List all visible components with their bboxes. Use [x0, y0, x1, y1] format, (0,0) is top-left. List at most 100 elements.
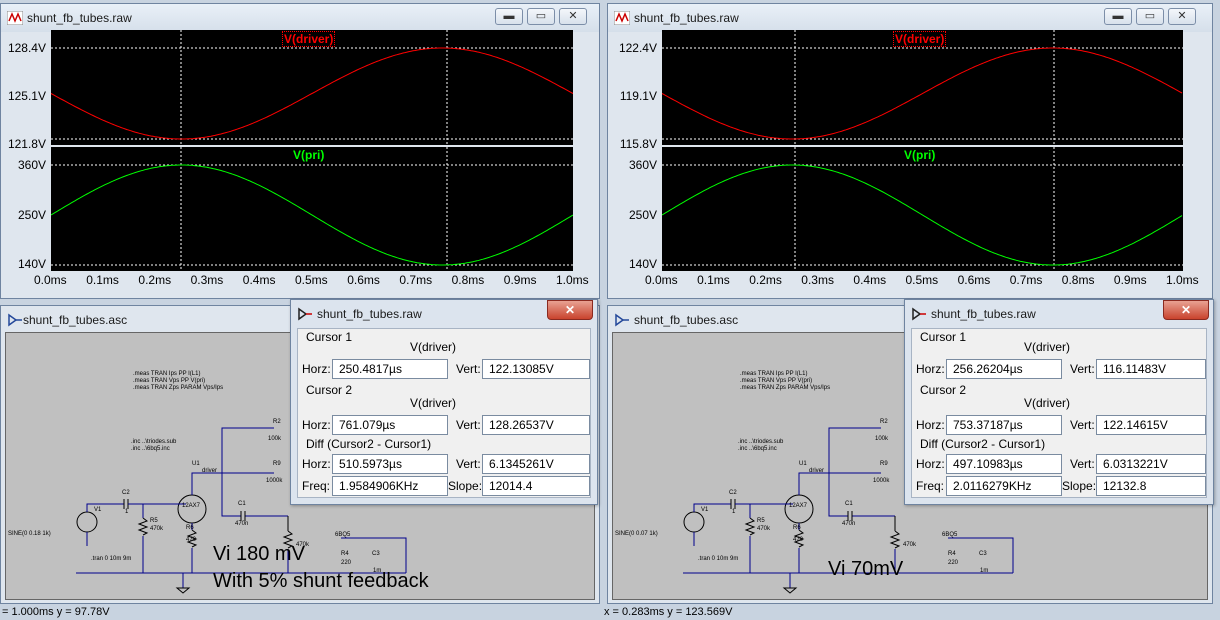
minimize-button[interactable]: ▬	[1104, 8, 1132, 25]
right-plot-pri[interactable]	[661, 147, 1183, 271]
left-inc-2: .inc ..\6bq5.inc	[131, 446, 170, 452]
diff-freq-field[interactable]: 2.0116279KHz	[946, 476, 1062, 496]
diff-slope-field[interactable]: 12014.4	[482, 476, 590, 496]
restore-button[interactable]: ▭	[1136, 8, 1164, 25]
x-tick-label: 0.3ms	[801, 273, 834, 287]
left-u1-val: 12AX7	[182, 503, 201, 509]
close-button[interactable]: ✕	[547, 300, 593, 320]
cursor1-vert-label: Vert:	[1070, 362, 1095, 376]
x-tick-label: 0.1ms	[86, 273, 119, 287]
x-tick-label: 0.7ms	[1009, 273, 1043, 287]
close-button[interactable]: ✕	[559, 8, 587, 25]
diff-horz-field[interactable]: 510.5973µs	[332, 454, 448, 474]
x-tick-label: 0.9ms	[503, 273, 537, 287]
right-pri-trace-svg	[661, 147, 1183, 271]
left-c3: C3	[372, 551, 380, 557]
cursor2-vert-field[interactable]: 128.26537V	[482, 415, 590, 435]
right-tran: .tran 0 10m 9m	[698, 556, 739, 562]
cursor1-group: Cursor 1	[306, 330, 353, 344]
right-plot-driver[interactable]	[661, 30, 1183, 145]
left-r5: R5	[150, 518, 158, 524]
diff-freq-field[interactable]: 1.9584906KHz	[332, 476, 448, 496]
pri-trace	[50, 164, 574, 266]
diff-horz-field[interactable]: 497.10983µs	[946, 454, 1062, 474]
left-caption-1: Vi 180 mV	[213, 543, 305, 565]
driver-trace	[661, 47, 1183, 140]
diff-vert-field[interactable]: 6.1345261V	[482, 454, 590, 474]
diff-vert-label: Vert:	[1070, 457, 1095, 471]
driver-trace	[50, 47, 574, 140]
left-r9: R9	[273, 461, 281, 467]
cursor1-horz-field[interactable]: 250.4817µs	[332, 359, 448, 379]
right-cursor-panel: Cursor 1 V(driver) Horz: 256.26204µs Ver…	[911, 328, 1207, 498]
left-ytick-pri-top: 360V	[17, 158, 46, 172]
right-waveform-titlebar[interactable]: shunt_fb_tubes.raw ▬ ▭ ✕	[608, 4, 1212, 32]
waveform-app-icon	[7, 11, 23, 25]
diff-slope-field[interactable]: 12132.8	[1096, 476, 1206, 496]
cursor1-vert-field[interactable]: 122.13085V	[482, 359, 590, 379]
left-plot-pri[interactable]	[50, 147, 574, 271]
right-r2-val: 100k	[875, 436, 889, 442]
x-tick-label: 0.5ms	[295, 273, 328, 287]
left-ytick-driver-mid: 125.1V	[7, 89, 46, 103]
left-trace-title-pri[interactable]: V(pri)	[293, 148, 324, 162]
left-schematic-title: shunt_fb_tubes.asc	[23, 313, 128, 327]
x-tick-label: 0.1ms	[697, 273, 730, 287]
left-waveform-titlebar[interactable]: shunt_fb_tubes.raw ▬ ▭ ✕	[1, 4, 599, 32]
left-waveform-title: shunt_fb_tubes.raw	[27, 11, 132, 25]
x-tick-label: 0.7ms	[399, 273, 433, 287]
cursor1-trace: V(driver)	[1024, 340, 1071, 354]
left-tube2: 6BQ5	[335, 532, 351, 538]
x-tick-label: 0.4ms	[242, 273, 276, 287]
left-driver-net: driver	[202, 468, 218, 474]
cursor1-horz-field[interactable]: 256.26204µs	[946, 359, 1062, 379]
cursor1-horz-label: Horz:	[916, 362, 945, 376]
minimize-button[interactable]: ▬	[495, 8, 523, 25]
restore-button[interactable]: ▭	[527, 8, 555, 25]
right-c2-val: 1	[732, 509, 736, 515]
x-tick-label: 0.8ms	[451, 273, 485, 287]
x-tick-label: 0.6ms	[957, 273, 991, 287]
schematic-app-icon	[8, 313, 22, 327]
left-ytick-pri-mid: 250V	[17, 208, 46, 222]
left-pri-trace-svg	[50, 147, 574, 271]
right-cursor-dialog-title: shunt_fb_tubes.raw	[931, 307, 1036, 321]
right-tube2: 6BQ5	[942, 532, 958, 538]
diff-slope-label: Slope:	[1062, 479, 1097, 493]
right-trace-title-pri[interactable]: V(pri)	[904, 148, 935, 162]
left-r9-val: 1000k	[266, 478, 283, 484]
diff-vert-field[interactable]: 6.0313221V	[1096, 454, 1206, 474]
right-c3-val: 1m	[980, 568, 989, 574]
right-r3-val: 470k	[903, 542, 917, 548]
x-tick-label: 0.5ms	[905, 273, 939, 287]
right-r6: R6	[793, 525, 801, 531]
right-r4: R4	[948, 551, 956, 557]
close-button[interactable]: ✕	[1163, 300, 1209, 320]
cursor2-horz-field[interactable]: 761.079µs	[332, 415, 448, 435]
right-c2: C2	[729, 490, 737, 496]
left-sine-source: SINE(0 0.18 1k)	[8, 531, 51, 537]
diff-vert-label: Vert:	[456, 457, 481, 471]
cursor2-horz-field[interactable]: 753.37187µs	[946, 415, 1062, 435]
right-sine-source: SINE(0 0.07 1k)	[615, 531, 658, 537]
cursor2-trace: V(driver)	[1024, 396, 1071, 410]
right-trace-title-driver[interactable]: V(driver)	[893, 31, 947, 47]
close-button[interactable]: ✕	[1168, 8, 1196, 25]
cursor2-horz-label: Horz:	[302, 418, 331, 432]
left-r5-val: 470k	[150, 526, 164, 532]
cursor1-group: Cursor 1	[920, 330, 967, 344]
cursor2-horz-label: Horz:	[916, 418, 945, 432]
left-plot-driver[interactable]	[50, 30, 574, 145]
cursor1-vert-field[interactable]: 116.11483V	[1096, 359, 1206, 379]
cursor2-vert-field[interactable]: 122.14615V	[1096, 415, 1206, 435]
x-tick-label: 0.0ms	[34, 273, 67, 287]
left-trace-title-driver[interactable]: V(driver)	[282, 31, 336, 47]
right-r6-val: 470	[793, 537, 804, 543]
right-ytick-pri-bot: 140V	[628, 257, 657, 271]
diff-horz-label: Horz:	[916, 457, 945, 471]
right-ytick-pri-mid: 250V	[628, 208, 657, 222]
diff-group: Diff (Cursor2 - Cursor1)	[306, 437, 432, 451]
left-v1: V1	[94, 507, 102, 513]
right-r4-val: 220	[948, 560, 959, 566]
right-c1: C1	[845, 501, 853, 507]
